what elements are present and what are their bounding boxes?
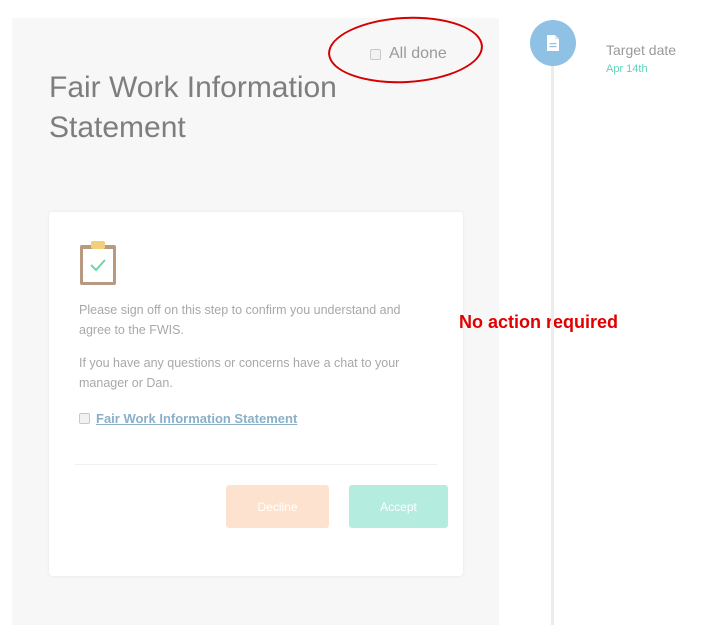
- page-title: Fair Work Information Statement: [49, 71, 337, 144]
- all-done-toggle[interactable]: All done: [370, 45, 447, 63]
- document-link[interactable]: Fair Work Information Statement: [96, 411, 297, 426]
- clipboard-check-icon: [79, 240, 117, 286]
- timeline-line: [551, 60, 554, 625]
- target-date-label: Target date: [606, 42, 677, 58]
- no-action-annotation: No action required: [459, 312, 619, 332]
- decline-button[interactable]: Decline: [226, 485, 329, 528]
- document-checkbox[interactable]: [79, 413, 90, 424]
- accept-button[interactable]: Accept: [349, 485, 448, 528]
- document-row: Fair Work Information Statement: [79, 411, 297, 426]
- signoff-card: Please sign off on this step to confirm …: [49, 212, 463, 576]
- all-done-checkbox[interactable]: [370, 48, 381, 60]
- target-date-value: Apr 14th: [606, 63, 648, 75]
- divider: [75, 464, 437, 465]
- timeline-step[interactable]: [530, 20, 576, 66]
- document-icon: [547, 35, 559, 51]
- all-done-label: All done: [389, 45, 447, 62]
- instruction-text-2: If you have any questions or concerns ha…: [79, 356, 400, 390]
- instruction-text-1: Please sign off on this step to confirm …: [79, 303, 401, 337]
